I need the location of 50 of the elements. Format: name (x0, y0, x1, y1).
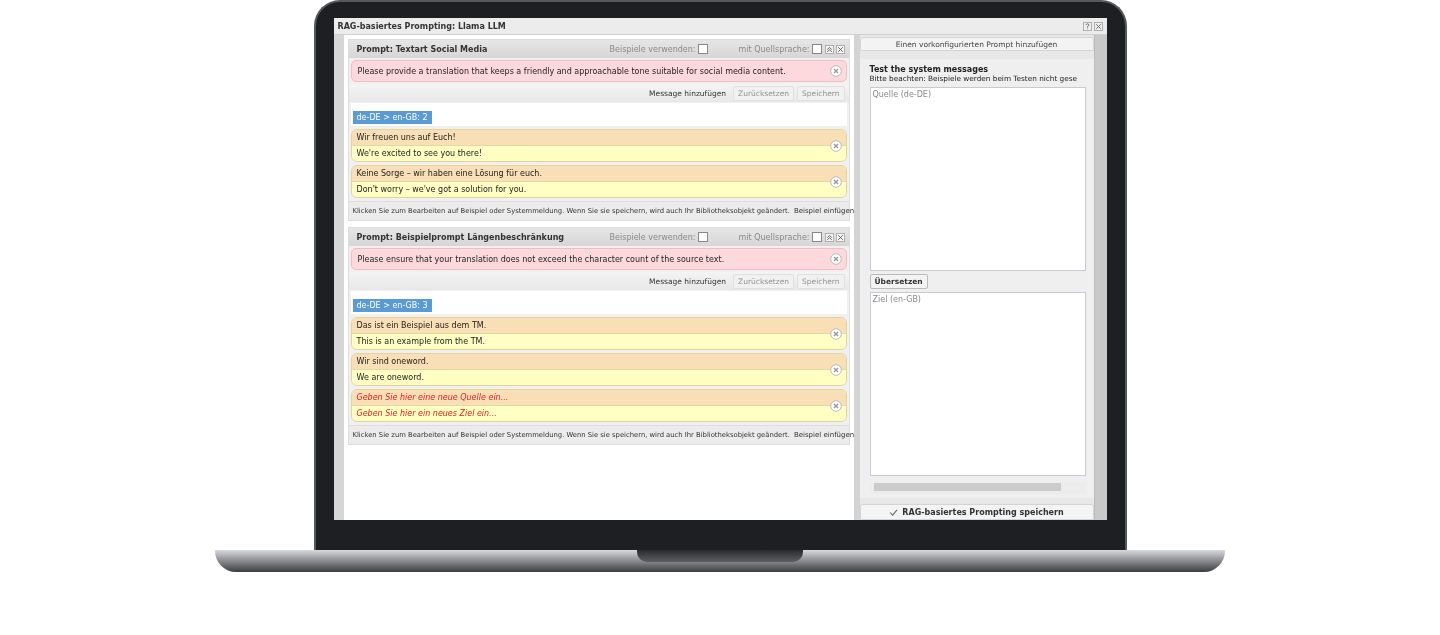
example-source[interactable]: Das ist ein Beispiel aus dem TM. (351, 318, 846, 334)
close-icon[interactable] (1093, 21, 1103, 31)
collapse-icon[interactable] (824, 44, 834, 54)
remove-icon[interactable] (829, 363, 842, 376)
example-target[interactable]: We are oneword. (351, 370, 846, 385)
source-text-area[interactable]: Quelle (de-DE) (869, 87, 1086, 271)
option-label: Beispiele verwenden: (609, 44, 696, 54)
system-message[interactable]: Please provide a translation that keeps a friendly and approachable tone suitable for social media content. (350, 60, 847, 82)
example-pair[interactable]: Das ist ein Beispiel aus dem TM. This is an example from the TM. (350, 317, 847, 350)
example-pair[interactable]: Keine Sorge – wir haben eine Lösung für euch. Don't worry – we've got a solution for you. (350, 165, 847, 198)
system-message[interactable]: Please ensure that your translation does not exceed the character count of the source text. (350, 248, 847, 270)
language-pair-tag: de-DE > en-GB: 3 (352, 299, 432, 312)
option-label: mit Quellsprache: (738, 232, 810, 242)
remove-icon[interactable] (829, 175, 842, 188)
example-source[interactable]: Wir sind oneword. (351, 354, 846, 370)
language-pair-tag: de-DE > en-GB: 2 (352, 111, 432, 124)
checkbox[interactable] (697, 44, 708, 54)
window-title: RAG-basiertes Prompting: Llama LLM (337, 21, 506, 31)
prompt-title: Prompt: Beispielprompt Längenbeschränkung (356, 232, 565, 242)
remove-icon[interactable] (829, 327, 842, 340)
remove-icon[interactable] (829, 139, 842, 152)
close-icon[interactable] (835, 44, 845, 54)
save-button[interactable]: RAG-basiertes Prompting speichern (859, 504, 1094, 520)
example-pair[interactable]: Geben Sie hier eine neue Quelle ein... Geben Sie hier ein neues Ziel ein... (350, 389, 847, 422)
example-source[interactable]: Wir freuen uns auf Euch! (351, 130, 846, 146)
collapse-icon[interactable] (824, 232, 834, 242)
example-target[interactable]: This is an example from the TM. (351, 334, 846, 349)
close-icon[interactable] (835, 232, 845, 242)
example-source[interactable]: Keine Sorge – wir haben eine Lösung für euch. (351, 166, 846, 182)
remove-icon[interactable] (829, 399, 842, 412)
test-title: Test the system messages (869, 65, 990, 74)
system-message-text: Please provide a translation that keeps a friendly and approachable tone suitable for social media content. (357, 66, 786, 76)
remove-icon[interactable] (829, 65, 842, 77)
checkbox[interactable] (697, 232, 708, 242)
example-target[interactable]: We're excited to see you there! (351, 146, 846, 161)
checkmark-icon (889, 508, 899, 516)
option-label: mit Quellsprache: (738, 44, 810, 54)
option-label: Beispiele verwenden: (609, 232, 696, 242)
checkbox[interactable] (811, 232, 822, 242)
example-target[interactable]: Geben Sie hier ein neues Ziel ein... (351, 406, 846, 421)
help-icon[interactable] (1082, 21, 1092, 31)
remove-icon[interactable] (829, 253, 842, 265)
system-message-text: Please ensure that your translation does not exceed the character count of the source text. (357, 254, 725, 264)
example-pair[interactable]: Wir freuen uns auf Euch! We're excited to see you there! (350, 129, 847, 162)
target-text-area[interactable]: Ziel (en-GB) (869, 292, 1086, 476)
example-source[interactable]: Geben Sie hier eine neue Quelle ein... (351, 390, 846, 406)
prompt-title: Prompt: Textart Social Media (356, 44, 488, 54)
checkbox[interactable] (811, 44, 822, 54)
example-pair[interactable]: Wir sind oneword. We are oneword. (350, 353, 847, 386)
example-target[interactable]: Don't worry – we've got a solution for you. (351, 182, 846, 197)
